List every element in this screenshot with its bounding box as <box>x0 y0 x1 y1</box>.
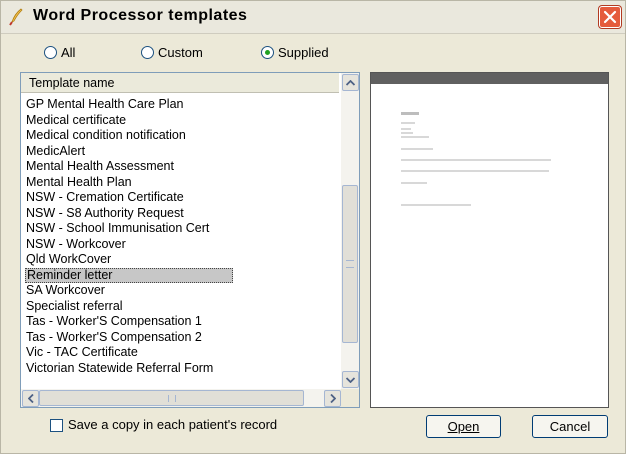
list-item[interactable]: Tas - Worker'S Compensation 2 <box>25 330 337 346</box>
title-bar: Word Processor templates <box>1 1 625 34</box>
template-preview <box>370 72 609 408</box>
scroll-right-button[interactable] <box>324 390 341 407</box>
scroll-down-button[interactable] <box>342 371 359 388</box>
list-item[interactable]: Specialist referral <box>25 299 337 315</box>
template-list[interactable]: Template name GP Mental Health Care Plan… <box>20 72 360 408</box>
radio-supplied[interactable]: Supplied <box>261 45 329 60</box>
list-item[interactable]: SA Workcover <box>25 283 337 299</box>
vertical-scrollbar[interactable] <box>341 73 359 389</box>
list-item[interactable]: Medical certificate <box>25 113 337 129</box>
chevron-left-icon <box>27 394 34 403</box>
save-copy-checkbox[interactable] <box>50 419 63 432</box>
list-item-selected[interactable]: Reminder letter <box>25 267 233 283</box>
scroll-up-button[interactable] <box>342 74 359 91</box>
open-button[interactable]: Open <box>426 415 501 438</box>
vertical-scroll-thumb[interactable] <box>342 185 358 343</box>
list-item[interactable]: GP Mental Health Care Plan <box>25 97 337 113</box>
open-button-label: Open <box>447 419 480 434</box>
close-button[interactable] <box>599 6 621 28</box>
list-item[interactable]: Tas - Worker'S Compensation 1 <box>25 314 337 330</box>
cancel-button[interactable]: Cancel <box>532 415 608 438</box>
window-title: Word Processor templates <box>33 7 248 24</box>
radio-label: All <box>61 45 76 60</box>
chevron-right-icon <box>329 394 336 403</box>
list-item[interactable]: Mental Health Plan <box>25 175 337 191</box>
chevron-up-icon <box>346 79 355 86</box>
radio-all[interactable]: All <box>44 45 75 60</box>
list-item[interactable]: Mental Health Assessment <box>25 159 337 175</box>
list-item[interactable]: MedicAlert <box>25 144 337 160</box>
preview-header-bar <box>371 73 608 84</box>
list-item[interactable]: NSW - S8 Authority Request <box>25 206 337 222</box>
scrollbar-corner <box>341 389 359 407</box>
grip-lines <box>346 260 354 268</box>
quill-pen-icon <box>9 8 23 26</box>
grip-lines <box>168 395 176 402</box>
save-copy-label: Save a copy in each patient's record <box>68 417 278 432</box>
radio-circle <box>141 46 154 59</box>
list-item[interactable]: NSW - Workcover <box>25 237 337 253</box>
list-item[interactable]: NSW - School Immunisation Cert <box>25 221 337 237</box>
radio-custom[interactable]: Custom <box>141 45 203 60</box>
horizontal-scrollbar[interactable] <box>21 389 343 407</box>
template-rows: GP Mental Health Care Plan Medical certif… <box>25 97 337 376</box>
scroll-left-button[interactable] <box>22 390 39 407</box>
preview-page-thumbnail <box>401 112 551 206</box>
list-item[interactable]: Victorian Statewide Referral Form <box>25 361 337 377</box>
list-item[interactable]: NSW - Cremation Certificate <box>25 190 337 206</box>
column-header-template-name[interactable]: Template name <box>21 73 339 93</box>
radio-label: Supplied <box>278 45 329 60</box>
list-item[interactable]: Qld WorkCover <box>25 252 337 268</box>
list-item[interactable]: Medical condition notification <box>25 128 337 144</box>
radio-selected-dot <box>265 50 270 55</box>
radio-label: Custom <box>158 45 203 60</box>
horizontal-scroll-thumb[interactable] <box>39 390 304 406</box>
cancel-button-label: Cancel <box>549 419 591 434</box>
templates-dialog: Word Processor templates All Custom Supp… <box>0 0 626 454</box>
chevron-down-icon <box>346 376 355 383</box>
radio-circle <box>261 46 274 59</box>
close-icon <box>603 10 617 24</box>
list-item[interactable]: Vic - TAC Certificate <box>25 345 337 361</box>
radio-circle <box>44 46 57 59</box>
